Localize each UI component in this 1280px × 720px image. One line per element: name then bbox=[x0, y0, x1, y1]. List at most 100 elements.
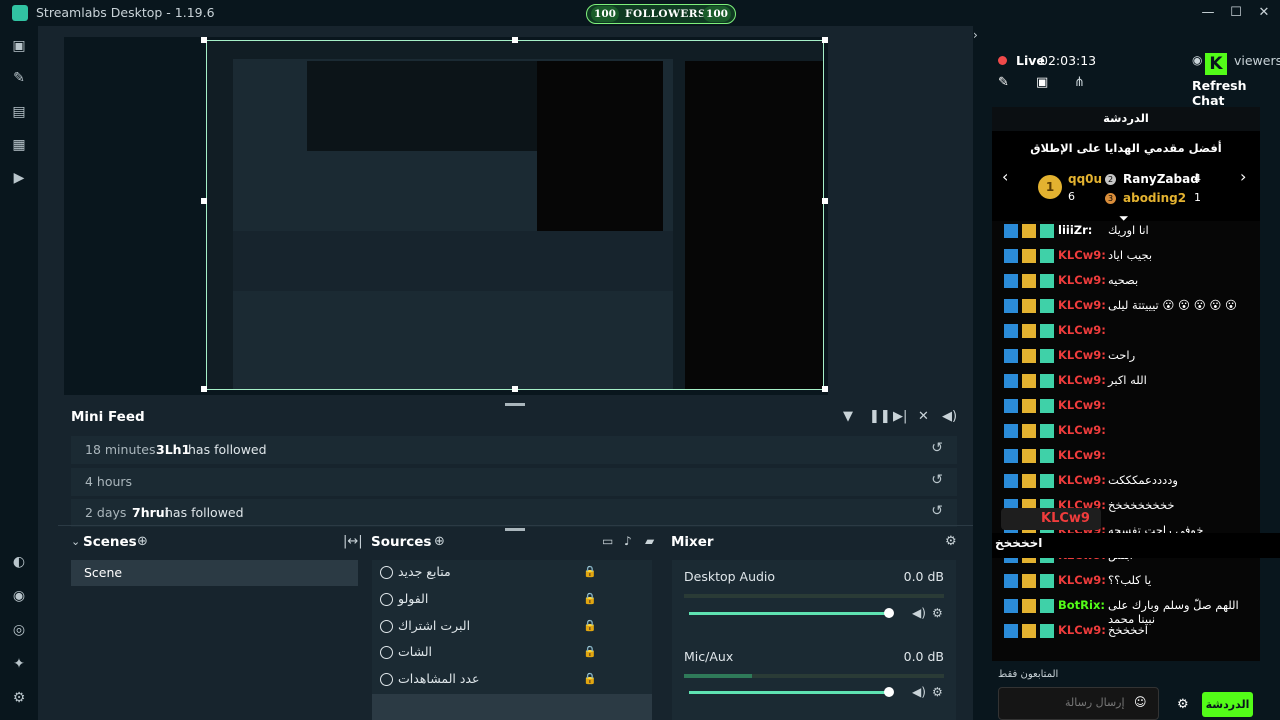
prev-arrow-icon[interactable]: ‹ bbox=[1002, 167, 1008, 186]
collapse-dock-icon[interactable]: › bbox=[973, 28, 978, 42]
chat-username[interactable]: KLCw9: bbox=[1058, 373, 1106, 387]
send-chat-button[interactable]: الدردشة bbox=[1202, 692, 1253, 717]
volume-slider[interactable] bbox=[689, 612, 889, 615]
close-button[interactable]: ✕ bbox=[1255, 4, 1273, 22]
themes-icon[interactable]: ✎ bbox=[9, 68, 29, 88]
crown-badge-icon bbox=[1022, 374, 1036, 388]
chat-message: KLCw9: الله اكبر bbox=[1004, 371, 1254, 391]
volume-icon[interactable]: ◀) bbox=[942, 409, 957, 424]
volume-slider-knob[interactable] bbox=[884, 608, 894, 618]
mute-alerts-icon[interactable]: ✕ bbox=[918, 409, 929, 424]
source-item[interactable]: عدد المشاهدات 🔒 bbox=[372, 667, 652, 693]
highlighter-icon[interactable]: ◉ bbox=[9, 586, 29, 606]
editor-icon[interactable]: ▣ bbox=[9, 36, 29, 56]
resize-handle-tr[interactable] bbox=[822, 37, 828, 43]
store-icon[interactable]: ▤ bbox=[9, 102, 29, 122]
chat-username[interactable]: KLCw9: bbox=[1058, 623, 1106, 637]
chat-settings-icon[interactable]: ⚙ bbox=[1177, 697, 1189, 712]
emoji-icon[interactable]: ☺ bbox=[1134, 695, 1147, 709]
resize-handle-l[interactable] bbox=[201, 198, 207, 204]
display-capture-source[interactable] bbox=[206, 40, 824, 390]
add-source-icon[interactable]: ⊕ bbox=[434, 534, 445, 549]
next-arrow-icon[interactable]: › bbox=[1240, 167, 1246, 186]
mixer-settings-icon[interactable]: ⚙ bbox=[945, 534, 957, 549]
volume-slider-knob[interactable] bbox=[884, 687, 894, 697]
live-indicator-icon bbox=[998, 56, 1007, 65]
chat-username[interactable]: KLCw9: bbox=[1058, 573, 1106, 587]
maximize-button[interactable]: ☐ bbox=[1227, 4, 1245, 22]
speaker-icon[interactable]: ◀) bbox=[912, 685, 926, 699]
leader-count: 4 bbox=[1194, 172, 1201, 185]
source-group-icon[interactable]: ▭ bbox=[602, 534, 613, 548]
mixer-panel: Desktop Audio 0.0 dB ◀) ⚙ Mic/Aux 0.0 dB… bbox=[672, 560, 956, 720]
collapse-chevron-icon[interactable]: ⌄ bbox=[71, 535, 80, 548]
highlight-text: اخخخخخ bbox=[995, 536, 1043, 550]
resize-handle-r[interactable] bbox=[822, 198, 828, 204]
resize-handle-tl[interactable] bbox=[201, 37, 207, 43]
settings-icon[interactable]: ⚙ bbox=[9, 688, 29, 708]
folder-icon[interactable]: ▰ bbox=[645, 534, 654, 548]
lock-icon[interactable]: 🔒 bbox=[583, 592, 597, 605]
pause-icon[interactable]: ❚❚ bbox=[869, 409, 891, 424]
source-item[interactable]: الفولو 🔒 bbox=[372, 587, 652, 613]
chat-username[interactable]: KLCw9: bbox=[1058, 448, 1106, 462]
moderator-badge-icon bbox=[1004, 574, 1018, 588]
chat-username[interactable]: KLCw9: bbox=[1058, 298, 1106, 312]
lock-icon[interactable]: 🔒 bbox=[583, 619, 597, 632]
add-scene-icon[interactable]: ⊕ bbox=[137, 534, 148, 549]
studio-mode-icon[interactable]: ◐ bbox=[9, 552, 29, 572]
edit-stream-info-icon[interactable]: ✎ bbox=[998, 75, 1009, 90]
audio-meter bbox=[684, 674, 944, 678]
source-item-selected[interactable] bbox=[372, 694, 652, 720]
skip-icon[interactable]: ▶| bbox=[893, 409, 907, 424]
chat-username[interactable]: KLCw9: bbox=[1058, 398, 1106, 412]
share-icon[interactable]: ⋔ bbox=[1074, 75, 1085, 90]
chat-text: اخخخخخ bbox=[1108, 623, 1148, 637]
repeat-alert-icon[interactable]: ↺ bbox=[931, 503, 943, 519]
moderator-badge-icon bbox=[1004, 474, 1018, 488]
scene-label: Scene bbox=[84, 565, 123, 580]
speaker-icon[interactable]: ◀) bbox=[912, 606, 926, 620]
minimize-button[interactable]: — bbox=[1199, 4, 1217, 22]
channel-settings-icon[interactable]: ⚙ bbox=[932, 606, 943, 620]
repeat-alert-icon[interactable]: ↺ bbox=[931, 440, 943, 456]
sub-badge-icon bbox=[1040, 449, 1054, 463]
volume-slider[interactable] bbox=[689, 691, 889, 694]
magic-icon[interactable]: ✦ bbox=[9, 654, 29, 674]
resize-handle-bl[interactable] bbox=[201, 386, 207, 392]
chat-username[interactable]: KLCw9: bbox=[1058, 423, 1106, 437]
chat-username[interactable]: KLCw9: bbox=[1058, 348, 1106, 362]
audio-source-icon[interactable]: ♪ bbox=[624, 534, 632, 548]
chat-input[interactable]: إرسال رسالة ☺ bbox=[998, 687, 1159, 720]
docks-drag-handle[interactable] bbox=[505, 528, 525, 531]
scene-transition-icon[interactable]: |↔| bbox=[343, 534, 363, 549]
filter-icon[interactable]: ▼ bbox=[843, 409, 853, 424]
resize-handle-br[interactable] bbox=[822, 386, 828, 392]
scene-item[interactable]: Scene bbox=[71, 560, 358, 586]
lock-icon[interactable]: 🔒 bbox=[583, 672, 597, 685]
play-icon[interactable]: ▶ bbox=[9, 168, 29, 188]
chat-username[interactable]: KLCw9: bbox=[1058, 248, 1106, 262]
source-item[interactable]: متابع جديد 🔒 bbox=[372, 560, 652, 586]
lock-icon[interactable]: 🔒 bbox=[583, 565, 597, 578]
moderator-badge-icon bbox=[1004, 449, 1018, 463]
resize-handle-b[interactable] bbox=[512, 386, 518, 392]
chat-username[interactable]: KLCw9: bbox=[1058, 323, 1106, 337]
dashboard-icon[interactable]: ◎ bbox=[9, 620, 29, 640]
source-item[interactable]: البرت اشتراك 🔒 bbox=[372, 614, 652, 640]
browser-source-icon bbox=[380, 566, 393, 579]
browser-source-icon bbox=[380, 673, 393, 686]
repeat-alert-icon[interactable]: ↺ bbox=[931, 472, 943, 488]
chat-username[interactable]: KLCw9: bbox=[1058, 273, 1106, 287]
chat-username[interactable]: KLCw9: bbox=[1058, 473, 1106, 487]
channel-settings-icon[interactable]: ⚙ bbox=[932, 685, 943, 699]
chat-username[interactable]: liiiZr: bbox=[1058, 223, 1092, 237]
resize-handle-t[interactable] bbox=[512, 37, 518, 43]
layout-icon[interactable]: ▦ bbox=[9, 135, 29, 155]
refresh-chat-button[interactable]: Refresh Chat bbox=[1192, 78, 1280, 108]
mini-feed-drag-handle[interactable] bbox=[505, 403, 525, 406]
record-icon[interactable]: ▣ bbox=[1036, 75, 1048, 90]
source-item[interactable]: الشات 🔒 bbox=[372, 640, 652, 666]
chat-username[interactable]: BotRix: bbox=[1058, 598, 1105, 612]
lock-icon[interactable]: 🔒 bbox=[583, 645, 597, 658]
